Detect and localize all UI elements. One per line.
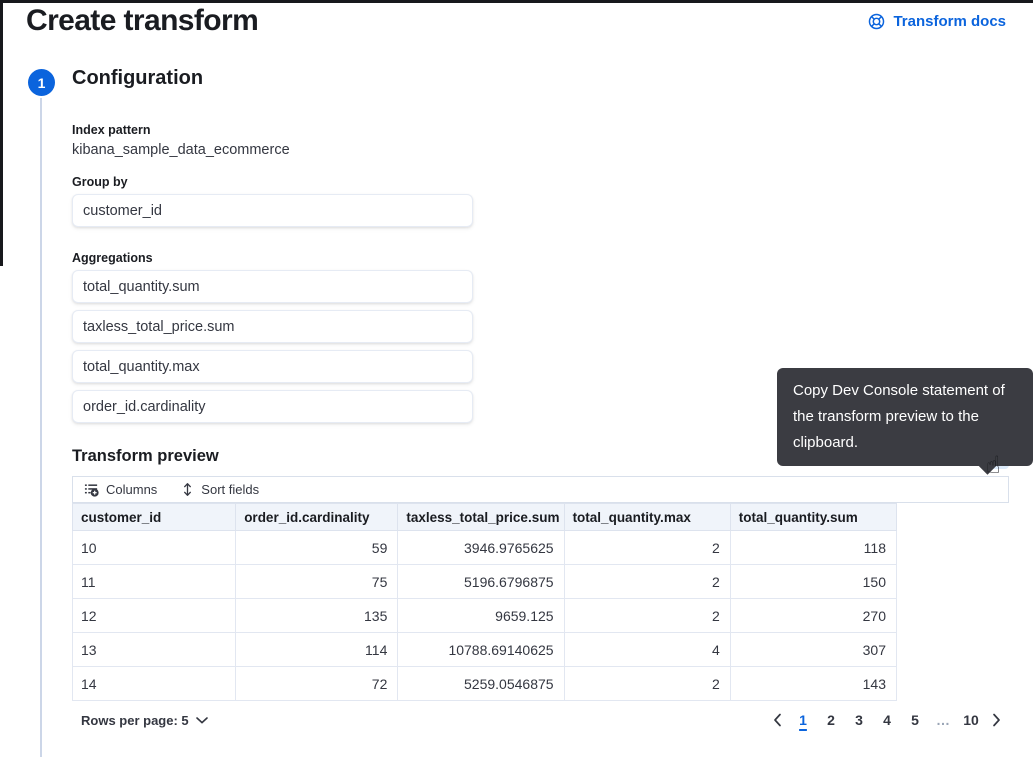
page-button[interactable]: 5 [904,708,926,732]
table-cell: 3946.9765625 [398,531,564,565]
rows-per-page-label: Rows per page: 5 [81,713,189,728]
page-button[interactable]: 2 [820,708,842,732]
transform-docs-label: Transform docs [893,13,1006,30]
table-cell: 2 [564,531,730,565]
table-cell: 72 [236,667,398,701]
group-by-label: Group by [72,175,128,189]
previous-page-button[interactable] [769,713,786,727]
tooltip-arrow [978,456,996,474]
aggregation-item-label: total_quantity.sum [83,279,200,295]
group-by-item-label: customer_id [83,203,162,219]
page-ellipsis: … [932,708,954,732]
table-row: 11755196.67968752150 [73,565,897,599]
table-cell: 9659.125 [398,599,564,633]
data-grid-toolbar: Columns Sort fields [72,476,1009,503]
aggregation-item-label: order_id.cardinality [83,399,206,415]
table-cell: 114 [236,633,398,667]
table-cell: 5196.6796875 [398,565,564,599]
grid-footer: Rows per page: 5 12345…10 [72,704,1009,736]
aggregation-item[interactable]: taxless_total_price.sum [72,310,473,343]
aggregation-item[interactable]: order_id.cardinality [72,390,473,423]
column-header[interactable]: customer_id [73,504,236,531]
table-cell: 135 [236,599,398,633]
column-header[interactable]: order_id.cardinality [236,504,398,531]
table-cell: 11 [73,565,236,599]
columns-button-label: Columns [106,482,157,497]
aggregation-item-label: taxless_total_price.sum [83,319,235,335]
index-pattern-label: Index pattern [72,123,151,137]
table-cell: 150 [730,565,896,599]
documentation-help-icon [868,13,885,30]
transform-docs-link[interactable]: Transform docs [868,13,1006,30]
configuration-heading: Configuration [72,67,203,90]
page-number-list: 12345…10 [792,708,982,732]
table-cell: 307 [730,633,896,667]
table-header-row: customer_idorder_id.cardinalitytaxless_t… [73,504,897,531]
page-button[interactable]: 3 [848,708,870,732]
table-row: 121359659.1252270 [73,599,897,633]
transform-preview-heading: Transform preview [72,447,219,466]
page-button[interactable]: 1 [792,708,814,732]
table-cell: 2 [564,599,730,633]
aggregations-list: total_quantity.sum taxless_total_price.su… [72,270,473,430]
window-frame-left [0,0,3,266]
table-cell: 10 [73,531,236,565]
table-cell: 270 [730,599,896,633]
table-row: 14725259.05468752143 [73,667,897,701]
step-connector-line [40,98,42,757]
table-cell: 4 [564,633,730,667]
page-button[interactable]: 4 [876,708,898,732]
step-number: 1 [38,75,46,91]
columns-button[interactable]: Columns [84,482,157,497]
aggregation-item[interactable]: total_quantity.sum [72,270,473,303]
preview-table: customer_idorder_id.cardinalitytaxless_t… [72,503,897,701]
table-cell: 12 [73,599,236,633]
sort-fields-button-label: Sort fields [201,482,259,497]
column-header[interactable]: total_quantity.max [564,504,730,531]
aggregation-item[interactable]: total_quantity.max [72,350,473,383]
transform-preview-grid: Columns Sort fields customer_idorder_id.… [72,476,1009,701]
table-cell: 118 [730,531,896,565]
sort-fields-button[interactable]: Sort fields [181,482,259,497]
window-frame-top [0,0,1033,3]
copy-tooltip: Copy Dev Console statement of the transf… [777,368,1033,466]
table-cell: 2 [564,565,730,599]
table-cell: 14 [73,667,236,701]
sort-arrows-icon [181,482,194,497]
pagination: 12345…10 [769,708,1009,732]
step-number-badge: 1 [28,69,55,96]
page-button[interactable]: 10 [960,708,982,732]
table-row: 10593946.97656252118 [73,531,897,565]
index-pattern-value: kibana_sample_data_ecommerce [72,142,290,158]
aggregation-item-label: total_quantity.max [83,359,200,375]
table-cell: 5259.0546875 [398,667,564,701]
table-cell: 2 [564,667,730,701]
table-cell: 59 [236,531,398,565]
rows-per-page-button[interactable]: Rows per page: 5 [72,713,208,728]
group-by-list: customer_id [72,194,473,234]
aggregations-label: Aggregations [72,251,153,265]
table-cell: 10788.69140625 [398,633,564,667]
columns-list-add-icon [84,482,99,497]
page-title: Create transform [26,4,258,38]
group-by-item[interactable]: customer_id [72,194,473,227]
chevron-down-icon [196,717,208,724]
column-header[interactable]: total_quantity.sum [730,504,896,531]
table-cell: 143 [730,667,896,701]
table-cell: 13 [73,633,236,667]
column-header[interactable]: taxless_total_price.sum [398,504,564,531]
next-page-button[interactable] [988,713,1005,727]
copy-tooltip-text: Copy Dev Console statement of the transf… [793,382,1005,451]
table-cell: 75 [236,565,398,599]
table-row: 1311410788.691406254307 [73,633,897,667]
